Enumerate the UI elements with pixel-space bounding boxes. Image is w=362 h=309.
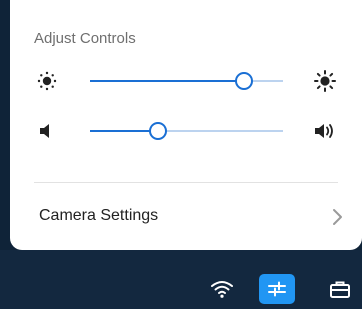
volume-high-icon xyxy=(310,116,340,146)
brightness-track-fill xyxy=(90,80,245,82)
divider xyxy=(34,182,338,183)
volume-low-icon xyxy=(32,116,62,146)
chevron-right-icon xyxy=(330,207,346,227)
camera-settings-label: Camera Settings xyxy=(39,207,159,224)
quick-controls-icon[interactable] xyxy=(259,274,295,304)
brightness-slider-row xyxy=(10,66,362,96)
volume-track[interactable] xyxy=(90,122,283,140)
brightness-thumb[interactable] xyxy=(235,72,254,90)
brightness-high-icon xyxy=(310,66,340,96)
volume-slider-row xyxy=(10,116,362,146)
brightness-track[interactable] xyxy=(90,72,283,90)
briefcase-icon[interactable] xyxy=(323,274,357,304)
taskbar xyxy=(0,250,362,309)
volume-thumb[interactable] xyxy=(148,122,167,140)
volume-track-fill xyxy=(90,130,158,132)
adjust-controls-panel: Adjust Controls Camera Settings xyxy=(10,0,362,250)
panel-title: Adjust Controls xyxy=(34,30,136,47)
brightness-low-icon xyxy=(32,66,62,96)
camera-settings-button[interactable]: Camera Settings xyxy=(10,188,362,244)
wifi-icon[interactable] xyxy=(205,274,239,304)
